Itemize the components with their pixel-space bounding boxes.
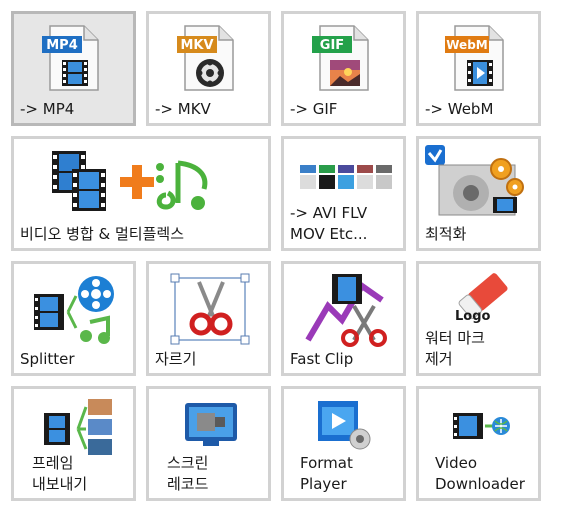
tile-other-formats[interactable]: -> AVI FLV MOV Etc... — [281, 136, 406, 251]
webm-file-icon: WebM — [443, 22, 515, 94]
mp4-file-icon: MP4 — [38, 22, 110, 94]
other-formats-icon — [298, 163, 394, 193]
tile-label: 자르기 — [155, 350, 197, 368]
gif-file-icon: GIF — [308, 22, 380, 94]
tile-label: 비디오 병합 & 멀티플렉스 — [20, 225, 185, 243]
tile-label: -> WebM — [425, 100, 494, 118]
tile-screen-record[interactable]: 스크린 레코드 — [146, 386, 271, 501]
tile-label: 프레임 내보내기 — [32, 454, 88, 493]
webm-badge-text: WebM — [446, 38, 487, 52]
tile-merge-multiplex[interactable]: 비디오 병합 & 멀티플렉스 — [11, 136, 271, 251]
logo-text: Logo — [455, 309, 491, 324]
tile-label: Splitter — [20, 350, 75, 368]
gif-badge-text: GIF — [320, 38, 344, 53]
tile-label: Video Downloader — [435, 454, 525, 493]
mkv-badge-text: MKV — [180, 38, 213, 53]
tile-label: 최적화 — [425, 225, 467, 243]
tile-to-webm[interactable]: WebM -> WebM — [416, 11, 541, 126]
tile-to-mp4[interactable]: MP4 -> MP4 — [11, 11, 136, 126]
tile-label: -> MKV — [155, 100, 211, 118]
player-icon — [316, 399, 374, 451]
video-downloader-icon — [451, 409, 511, 443]
tile-to-mkv[interactable]: MKV -> MKV — [146, 11, 271, 126]
tile-to-gif[interactable]: GIF -> GIF — [281, 11, 406, 126]
tile-label: -> GIF — [290, 100, 338, 118]
mp4-badge-text: MP4 — [46, 38, 78, 53]
crop-scissors-icon — [169, 272, 251, 346]
optimize-gears-icon — [423, 143, 533, 219]
tile-label: -> MP4 — [20, 100, 75, 118]
tile-label: Fast Clip — [290, 350, 354, 368]
screen-record-icon — [183, 401, 239, 447]
tile-label: Format Player — [300, 454, 353, 493]
tile-format-player[interactable]: Format Player — [281, 386, 406, 501]
splitter-icon — [32, 272, 118, 348]
tile-video-downloader[interactable]: Video Downloader — [416, 386, 541, 501]
tile-label: 워터 마크 제거 — [425, 329, 485, 368]
eraser-icon: Logo — [451, 270, 513, 326]
tile-fast-clip[interactable]: Fast Clip — [281, 261, 406, 376]
tile-watermark-remove[interactable]: Logo 워터 마크 제거 — [416, 261, 541, 376]
frame-export-icon — [42, 397, 114, 459]
tile-frame-export[interactable]: 프레임 내보내기 — [11, 386, 136, 501]
tile-optimize[interactable]: 최적화 — [416, 136, 541, 251]
tile-splitter[interactable]: Splitter — [11, 261, 136, 376]
tile-label: 스크린 레코드 — [167, 454, 209, 493]
tile-label: -> AVI FLV MOV Etc... — [290, 204, 368, 243]
tile-crop[interactable]: 자르기 — [146, 261, 271, 376]
mkv-file-icon: MKV — [173, 22, 245, 94]
merge-multiplex-icon — [48, 145, 238, 221]
fast-clip-icon — [302, 270, 388, 348]
